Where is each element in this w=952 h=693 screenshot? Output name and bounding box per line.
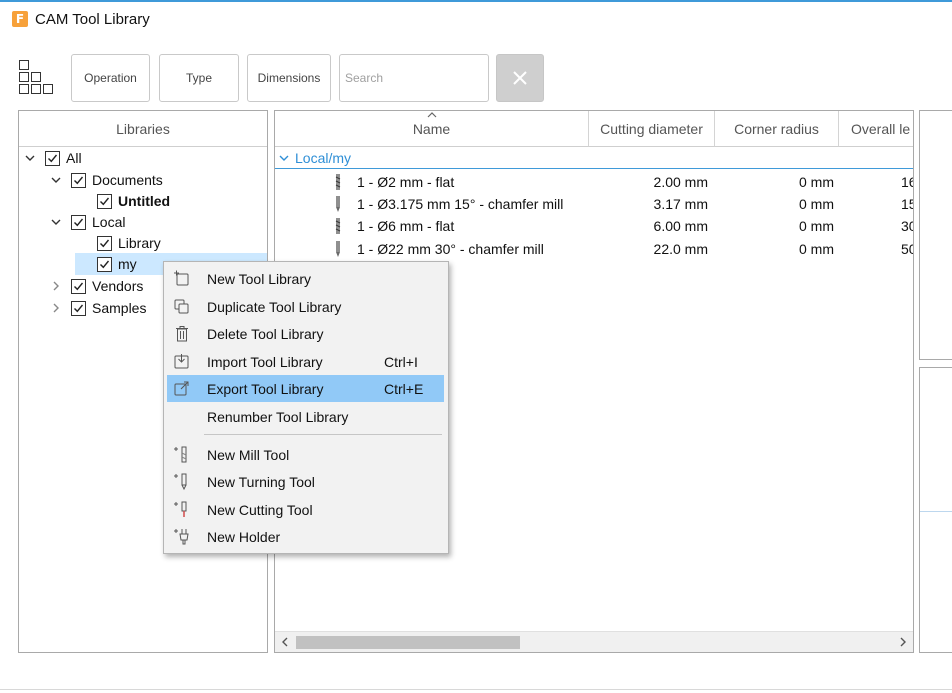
tree-item-label: Untitled xyxy=(118,193,171,209)
window-title: CAM Tool Library xyxy=(35,10,150,28)
column-header-name[interactable]: Name xyxy=(275,111,589,147)
checkbox-vendors[interactable] xyxy=(71,278,86,294)
context-menu: New Tool Library Duplicate Tool Library … xyxy=(163,261,449,554)
tree-item-samples[interactable]: Samples xyxy=(49,297,146,319)
chevron-down-icon[interactable] xyxy=(49,215,63,229)
chevron-right-icon[interactable] xyxy=(49,279,63,293)
details-panel xyxy=(919,367,952,653)
menu-item-new-holder[interactable]: New Holder xyxy=(167,523,444,550)
table-row[interactable]: 1 - Ø22 mm 30° - chamfer mill 22.0 mm 0 … xyxy=(275,238,913,260)
checkbox-library[interactable] xyxy=(97,235,112,251)
app-logo-icon: F xyxy=(12,11,28,27)
title-bar: F CAM Tool Library xyxy=(0,2,952,36)
tree-item-all[interactable]: All xyxy=(23,147,82,169)
column-header-overall-length[interactable]: Overall le xyxy=(839,111,913,147)
tree-item-label: Documents xyxy=(92,172,163,188)
menu-item-new-tool-library[interactable]: New Tool Library xyxy=(167,265,444,292)
tree-item-local[interactable]: Local xyxy=(49,211,125,233)
status-divider xyxy=(0,689,952,690)
new-turning-tool-icon xyxy=(174,473,187,491)
clear-search-button[interactable] xyxy=(496,54,544,102)
menu-item-duplicate-tool-library[interactable]: Duplicate Tool Library xyxy=(167,293,444,320)
filter-dimensions-button[interactable]: Dimensions xyxy=(247,54,331,102)
new-holder-icon xyxy=(174,529,189,545)
filter-operation-button[interactable]: Operation xyxy=(71,54,150,102)
checkbox-local[interactable] xyxy=(71,214,86,230)
checkbox-samples[interactable] xyxy=(71,300,86,316)
checkmark-icon xyxy=(48,154,58,162)
group-row-local-my[interactable]: Local/my xyxy=(275,147,913,169)
chevron-right-icon[interactable] xyxy=(49,301,63,315)
checkbox-documents[interactable] xyxy=(71,172,86,188)
tree-item-documents[interactable]: Documents xyxy=(49,169,163,191)
new-mill-tool-icon xyxy=(174,446,187,463)
libraries-header: Libraries xyxy=(19,111,267,147)
group-label: Local/my xyxy=(295,149,352,166)
tree-item-label: Library xyxy=(118,235,161,251)
checkbox-my[interactable] xyxy=(97,256,112,272)
filter-type-button[interactable]: Type xyxy=(159,54,239,102)
tree-item-label: my xyxy=(118,256,137,272)
details-divider xyxy=(920,511,952,512)
flat-end-mill-icon xyxy=(335,174,341,190)
tree-item-label: Local xyxy=(92,214,126,230)
menu-item-new-cutting-tool[interactable]: New Cutting Tool xyxy=(167,496,444,523)
chevron-down-icon[interactable] xyxy=(49,173,63,187)
menu-item-delete-tool-library[interactable]: Delete Tool Library xyxy=(167,320,444,347)
checkmark-icon xyxy=(74,218,84,226)
scroll-right-icon[interactable] xyxy=(893,632,913,652)
menu-item-import-tool-library[interactable]: Import Tool Library Ctrl+I xyxy=(167,348,444,375)
checkmark-icon xyxy=(100,197,110,205)
grid-view-icon[interactable] xyxy=(18,60,56,96)
menu-item-new-mill-tool[interactable]: New Mill Tool xyxy=(167,441,444,468)
column-header-corner-radius[interactable]: Corner radius xyxy=(715,111,839,147)
checkmark-icon xyxy=(74,176,84,184)
horizontal-scrollbar[interactable] xyxy=(275,631,913,652)
column-header-cutting-diameter[interactable]: Cutting diameter xyxy=(589,111,715,147)
scroll-left-icon[interactable] xyxy=(275,632,295,652)
chevron-down-icon[interactable] xyxy=(23,151,37,165)
checkbox-untitled[interactable] xyxy=(97,193,112,209)
sort-ascending-icon xyxy=(427,112,436,118)
tree-item-label: Vendors xyxy=(92,278,144,294)
tree-item-vendors[interactable]: Vendors xyxy=(49,275,143,297)
import-icon xyxy=(174,354,189,369)
checkmark-icon xyxy=(100,239,110,247)
tree-item-label: All xyxy=(66,150,82,166)
table-row[interactable]: 1 - Ø6 mm - flat 6.00 mm 0 mm 30 xyxy=(275,215,913,237)
export-icon xyxy=(174,381,189,396)
close-icon xyxy=(513,71,527,85)
table-row[interactable]: 1 - Ø2 mm - flat 2.00 mm 0 mm 16 xyxy=(275,171,913,193)
menu-item-renumber-tool-library[interactable]: Renumber Tool Library xyxy=(167,403,444,430)
chamfer-mill-icon xyxy=(336,196,340,212)
checkmark-icon xyxy=(100,260,110,268)
chamfer-mill-icon xyxy=(336,241,340,257)
new-cutting-tool-icon xyxy=(174,501,187,517)
menu-separator xyxy=(204,434,442,435)
checkbox-all[interactable] xyxy=(45,150,60,166)
tree-item-label: Samples xyxy=(92,300,147,316)
trash-icon xyxy=(176,326,188,342)
tree-item-untitled[interactable]: Untitled xyxy=(75,190,170,212)
chevron-down-icon[interactable] xyxy=(277,151,291,165)
menu-item-new-turning-tool[interactable]: New Turning Tool xyxy=(167,468,444,495)
menu-item-export-tool-library[interactable]: Export Tool Library Ctrl+E xyxy=(167,375,444,402)
new-library-icon xyxy=(174,270,189,286)
scrollbar-thumb[interactable] xyxy=(296,636,520,649)
duplicate-icon xyxy=(174,299,189,314)
flat-end-mill-icon xyxy=(335,218,341,234)
tree-item-library[interactable]: Library xyxy=(75,232,161,254)
search-input[interactable] xyxy=(339,54,489,102)
checkmark-icon xyxy=(74,304,84,312)
table-row[interactable]: 1 - Ø3.175 mm 15° - chamfer mill 3.17 mm… xyxy=(275,193,913,215)
checkmark-icon xyxy=(74,282,84,290)
preview-panel xyxy=(919,110,952,360)
